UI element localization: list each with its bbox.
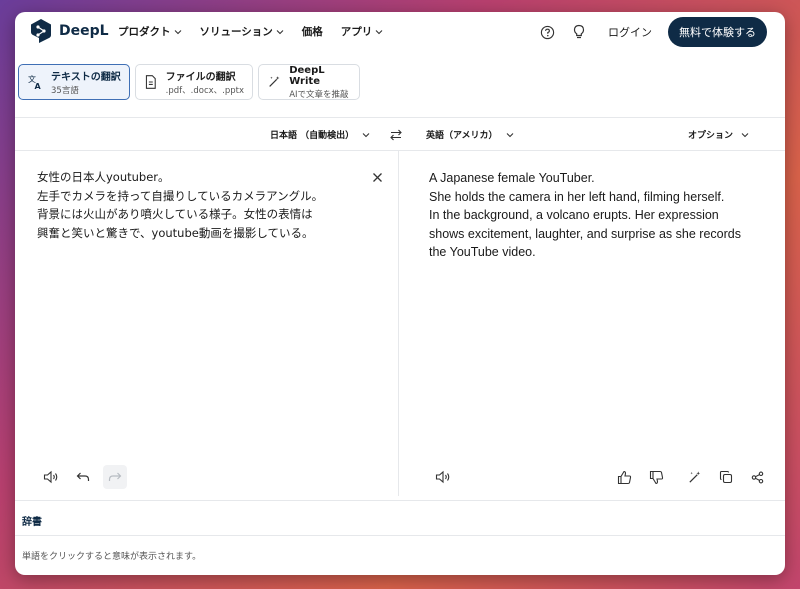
tab-subtitle: .pdf、.docx、.pptx [165,86,244,96]
speaker-icon [435,470,450,484]
dictionary-header: 辞書 [15,500,785,536]
free-trial-button[interactable]: 無料で体験する [668,17,767,47]
share-button[interactable] [745,465,769,489]
source-language-select[interactable]: 日本語 （自動検出） [270,128,370,141]
nav-pricing[interactable]: 価格 [302,24,323,39]
translation-output[interactable]: A Japanese female YouTuber. She holds th… [429,169,741,262]
nav-apps[interactable]: アプリ [341,24,384,39]
undo-button[interactable] [71,465,95,489]
tab-text-translation[interactable]: 文 A テキストの翻訳 35言語 [18,64,130,100]
target-language-label: 英語（アメリカ） [426,131,498,141]
language-bar: 日本語 （自動検出） 英語（アメリカ） オプション [15,117,785,151]
options-dropdown[interactable]: オプション [688,128,749,141]
speaker-icon [43,470,58,484]
share-icon [751,471,763,483]
lightbulb-icon [573,24,585,39]
svg-text:A: A [35,82,42,90]
chevron-down-icon [506,132,513,137]
translation-line: In the background, a volcano erupts. Her… [429,208,719,223]
brand-name: DeepL [59,23,109,39]
translation-line: She holds the camera in her left hand, f… [429,189,725,204]
nav-products-label: プロダクト [118,26,171,38]
deepl-window: DeepL プロダクト ソリューション 価格 アプリ ログイン 無料で体験する … [15,12,785,575]
improve-writing-button[interactable] [682,465,706,489]
mode-tabs: 文 A テキストの翻訳 35言語 ファイルの翻訳 .pdf、.docx、.ppt… [18,64,360,100]
tips-button[interactable] [570,23,588,41]
copy-button[interactable] [714,465,738,489]
translation-line: shows excitement, laughter, and surprise… [429,226,741,241]
tab-title: DeepL Write [289,64,325,87]
close-icon [373,173,382,182]
translation-line: A Japanese female YouTuber. [429,171,595,185]
source-pane: 女性の日本人youtuber。 左手でカメラを持って自撮りしているカメラアングル… [15,151,399,496]
magic-wand-icon [688,470,700,483]
main-nav: プロダクト ソリューション 価格 アプリ [118,24,383,39]
tab-deepl-write[interactable]: DeepL Write AIで文章を推敲 [258,64,360,100]
tab-file-translation-labels: ファイルの翻訳 .pdf、.docx、.pptx [166,68,244,96]
tab-subtitle: AIで文章を推敲 [289,89,349,100]
nav-pricing-label: 価格 [301,26,323,38]
tab-file-translation[interactable]: ファイルの翻訳 .pdf、.docx、.pptx [135,64,253,100]
listen-source-button[interactable] [39,465,63,489]
help-button[interactable] [538,23,556,41]
magic-wand-icon [269,76,280,87]
tab-deepl-write-labels: DeepL Write AIで文章を推敲 [289,65,351,100]
swap-languages-button[interactable] [389,127,403,146]
thumbs-down-button[interactable] [644,465,668,489]
dictionary-hint: 単語をクリックすると意味が表示されます。 [22,552,202,562]
source-language-label: 日本語 （自動検出） [270,131,355,141]
tab-subtitle: 35言語 [51,86,79,96]
chevron-down-icon [276,29,284,34]
source-line: 興奮と笑いと驚きで、youtube動画を撮影している。 [37,225,314,240]
redo-button[interactable] [103,465,127,489]
chevron-down-icon [375,29,383,34]
top-header: DeepL プロダクト ソリューション 価格 アプリ ログイン 無料で体験する [15,12,785,52]
source-line: 背景には火山があり噴火している様子。女性の表情は [37,207,313,221]
nav-products[interactable]: プロダクト [118,24,182,39]
source-line: 女性の日本人youtuber。 [37,170,170,184]
chevron-down-icon [174,29,181,34]
source-text-input[interactable]: 女性の日本人youtuber。 左手でカメラを持って自撮りしているカメラアングル… [37,168,323,242]
dictionary-title: 辞書 [22,517,42,528]
thumbs-down-icon [649,470,663,484]
nav-solutions[interactable]: ソリューション [200,24,284,39]
deepl-logo-icon [31,19,51,43]
undo-icon [76,472,90,481]
translate-icon: 文 A [28,74,42,90]
redo-icon [108,472,122,481]
chevron-down-icon [741,132,749,137]
clear-text-button[interactable] [372,168,383,187]
login-link[interactable]: ログイン [608,24,652,40]
tab-text-translation-labels: テキストの翻訳 35言語 [51,68,121,96]
nav-apps-label: アプリ [340,26,373,38]
translation-line: the YouTube video. [429,245,536,260]
chevron-down-icon [362,132,370,137]
source-line: 左手でカメラを持って自撮りしているカメラアングル。 [37,188,324,203]
swap-icon [390,129,402,141]
nav-solutions-label: ソリューション [199,26,273,38]
document-icon [145,75,156,89]
copy-icon [719,470,733,484]
thumbs-up-button[interactable] [612,465,636,489]
header-actions: ログイン 無料で体験する [538,17,767,47]
tab-title: テキストの翻訳 [51,72,121,83]
options-label: オプション [688,131,734,141]
help-icon [540,25,554,39]
tab-title: ファイルの翻訳 [165,72,236,83]
target-language-select[interactable]: 英語（アメリカ） [426,128,514,141]
target-pane: A Japanese female YouTuber. She holds th… [399,151,785,496]
listen-translation-button[interactable] [431,465,455,489]
thumbs-up-icon [617,470,631,484]
deepl-logo[interactable]: DeepL [29,18,109,44]
